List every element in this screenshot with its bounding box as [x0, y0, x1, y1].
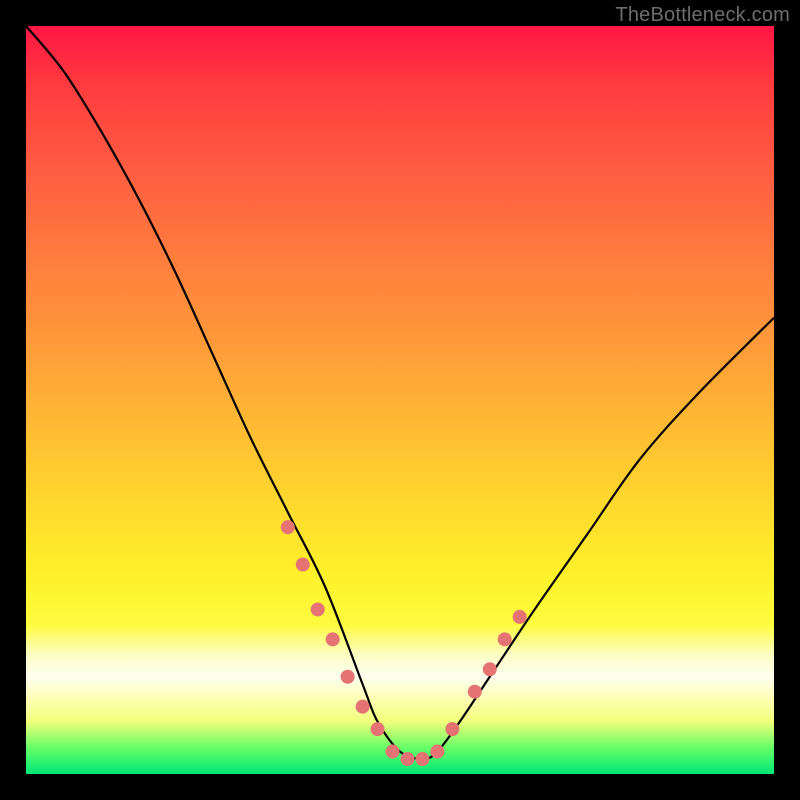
marker-dot [445, 722, 459, 736]
bottleneck-curve [26, 26, 774, 759]
marker-dot [468, 685, 482, 699]
marker-dot [311, 602, 325, 616]
marker-dots [281, 520, 527, 766]
chart-svg [26, 26, 774, 774]
marker-dot [386, 745, 400, 759]
marker-dot [430, 745, 444, 759]
marker-dot [326, 632, 340, 646]
marker-dot [281, 520, 295, 534]
marker-dot [415, 752, 429, 766]
marker-dot [371, 722, 385, 736]
marker-dot [296, 558, 310, 572]
marker-dot [483, 662, 497, 676]
marker-dot [341, 670, 355, 684]
marker-dot [400, 752, 414, 766]
marker-dot [513, 610, 527, 624]
marker-dot [498, 632, 512, 646]
watermark-text: TheBottleneck.com [615, 4, 790, 27]
marker-dot [356, 700, 370, 714]
